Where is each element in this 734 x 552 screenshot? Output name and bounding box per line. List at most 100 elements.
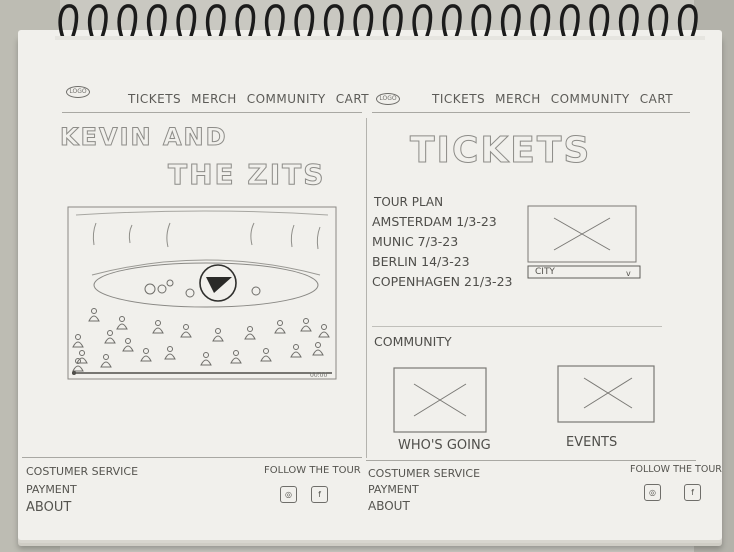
video-time: 00:00: [310, 372, 327, 379]
crowd-person-body: [200, 359, 212, 366]
spiral-coil: [324, 4, 344, 40]
crowd-person-body: [212, 335, 224, 342]
crowd-person-head: [119, 316, 125, 322]
facebook-icon[interactable]: f: [684, 484, 701, 501]
crowd-person-head: [303, 318, 309, 324]
facebook-icon[interactable]: f: [311, 486, 328, 503]
spiral-coil: [383, 4, 403, 40]
crowd-person-body: [116, 323, 128, 330]
crowd-person-body: [122, 345, 134, 352]
band-title-line2: THE ZITS: [167, 158, 326, 192]
tickets-title: TICKETS: [409, 130, 592, 172]
whos-going-image[interactable]: [390, 366, 490, 438]
center-divider: [366, 118, 367, 458]
spiral-coil: [501, 4, 521, 40]
crowd-person-body: [88, 315, 100, 322]
spiral-binding: [55, 4, 705, 40]
crowd-person-head: [143, 348, 149, 354]
spiral-coil: [648, 4, 669, 40]
footer-a-payment[interactable]: PAYMENT: [26, 481, 138, 499]
logo-b[interactable]: LOGO: [376, 93, 400, 105]
crowd-person-head: [167, 346, 173, 352]
crowd-person-body: [164, 353, 176, 360]
crowd-person-body: [300, 325, 312, 332]
crowd-person-head: [75, 334, 81, 340]
crowd-person-body: [180, 331, 192, 338]
nav-a-cart[interactable]: CART: [336, 92, 369, 106]
whos-going-label[interactable]: WHO'S GOING: [398, 436, 491, 456]
spiral-coil: [206, 4, 226, 40]
spiral-coil: [58, 4, 79, 40]
crowd-person-body: [72, 365, 84, 372]
crowd-person-head: [277, 320, 283, 326]
instagram-icon[interactable]: ◎: [280, 486, 297, 503]
spiral-coil: [442, 4, 462, 40]
tour-dates-list: AMSTERDAM 1/3-23 MUNIC 7/3-23 BERLIN 14/…: [372, 212, 512, 292]
section-divider: [372, 326, 662, 327]
footer-b-payment[interactable]: PAYMENT: [368, 482, 480, 498]
chevron-down-icon: v: [626, 269, 631, 278]
crowd-person-head: [233, 350, 239, 356]
spiral-coil: [88, 4, 108, 40]
tour-date-amsterdam[interactable]: AMSTERDAM 1/3-23: [372, 212, 512, 232]
crowd-person-body: [230, 357, 242, 364]
crowd-person-body: [274, 327, 286, 334]
crowd-person-body: [290, 351, 302, 358]
follow-tour-a: FOLLOW THE TOUR: [264, 465, 361, 476]
tour-date-munic[interactable]: MUNIC 7/3-23: [372, 232, 512, 252]
spiral-coil: [265, 4, 285, 40]
events-image[interactable]: [556, 364, 658, 428]
events-label[interactable]: EVENTS: [566, 433, 617, 453]
crowd-person-head: [321, 324, 327, 330]
footer-divider-a: [22, 457, 362, 458]
crowd-person-body: [140, 355, 152, 362]
crowd-person-head: [103, 354, 109, 360]
nav-b-cart[interactable]: CART: [640, 92, 673, 106]
nav-b: TICKETS MERCH COMMUNITY CART: [432, 92, 673, 106]
band-title-line1: KEVIN AND: [60, 123, 228, 152]
footer-a-about[interactable]: ABOUT: [26, 499, 138, 517]
crowd-person-body: [104, 337, 116, 344]
footer-b-about[interactable]: ABOUT: [368, 498, 480, 514]
spiral-coil: [353, 4, 374, 40]
logo-a[interactable]: LOGO: [66, 86, 90, 98]
crowd-person-body: [244, 333, 256, 340]
header-divider-b: [372, 112, 690, 113]
footer-b-customer-service[interactable]: COSTUMER SERVICE: [368, 466, 480, 482]
crowd-person-body: [72, 341, 84, 348]
spiral-coil: [294, 4, 315, 40]
video-player[interactable]: 00:00: [66, 205, 340, 383]
crowd-person-head: [125, 338, 131, 344]
tour-date-berlin[interactable]: BERLIN 14/3-23: [372, 252, 512, 272]
spiral-coil: [176, 4, 197, 40]
crowd-person-head: [183, 324, 189, 330]
tour-date-copenhagen[interactable]: COPENHAGEN 21/3-23: [372, 272, 512, 292]
nav-a-merch[interactable]: MERCH: [191, 92, 237, 106]
header-divider-a: [62, 112, 362, 113]
crowd-person-body: [260, 355, 272, 362]
spiral-coil: [117, 4, 138, 40]
spiral-coil: [678, 4, 698, 40]
crowd-person-head: [107, 330, 113, 336]
instagram-icon[interactable]: ◎: [644, 484, 661, 501]
nav-b-merch[interactable]: MERCH: [495, 92, 541, 106]
tour-plan-heading: TOUR PLAN: [374, 195, 444, 209]
city-select-label[interactable]: CITY: [535, 263, 555, 281]
crowd-person-head: [155, 320, 161, 326]
nav-a: TICKETS MERCH COMMUNITY CART: [128, 92, 369, 106]
spiral-coil: [589, 4, 610, 40]
spiral-coil: [560, 4, 580, 40]
crowd-person-head: [293, 344, 299, 350]
nav-b-community[interactable]: COMMUNITY: [551, 92, 630, 106]
crowd-person-body: [100, 361, 112, 368]
nav-a-community[interactable]: COMMUNITY: [247, 92, 326, 106]
footer-links-a: COSTUMER SERVICE PAYMENT ABOUT: [26, 463, 138, 517]
crowd-person-body: [152, 327, 164, 334]
crowd-person-head: [79, 350, 85, 356]
crowd-person-head: [263, 348, 269, 354]
footer-links-b: COSTUMER SERVICE PAYMENT ABOUT: [368, 466, 480, 514]
nav-b-tickets[interactable]: TICKETS: [432, 92, 485, 106]
footer-a-customer-service[interactable]: COSTUMER SERVICE: [26, 463, 138, 481]
spiral-coil: [471, 4, 492, 40]
nav-a-tickets[interactable]: TICKETS: [128, 92, 181, 106]
